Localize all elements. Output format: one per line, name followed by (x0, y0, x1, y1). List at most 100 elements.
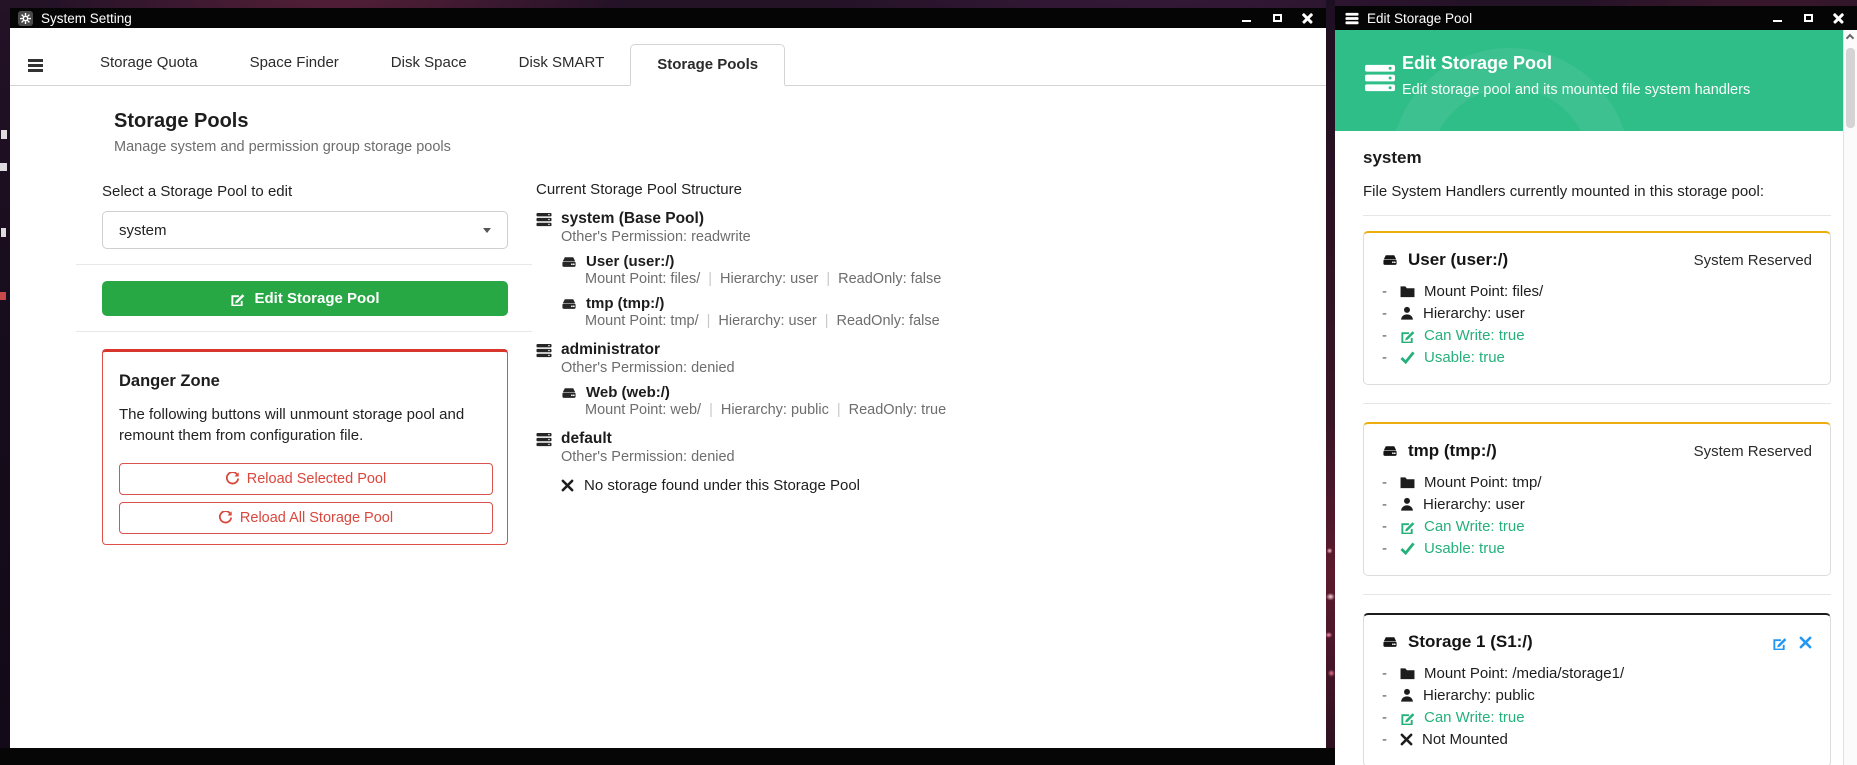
server-icon (536, 212, 552, 227)
pool-permission: Other's Permission: readwrite (561, 229, 1136, 245)
scrollbar-thumb[interactable] (1846, 48, 1855, 128)
maximize-button[interactable] (1271, 12, 1283, 24)
scroll-up-icon[interactable] (1846, 34, 1854, 42)
storage-details: Mount Point: tmp/Hierarchy: userReadOnly… (585, 313, 1136, 329)
banner-subtitle: Edit storage pool and its mounted file s… (1402, 82, 1750, 98)
handler-actions (1772, 635, 1812, 650)
handler-item-label: Hierarchy: public (1423, 687, 1535, 704)
window-title: System Setting (41, 11, 132, 26)
edit-handler-button[interactable] (1772, 635, 1787, 650)
storage-row[interactable]: User (user:/) (561, 253, 1136, 270)
handler-item-label: Not Mounted (1422, 731, 1508, 748)
cross-icon (1400, 733, 1413, 746)
folder-icon (1400, 667, 1415, 680)
handler-item-label: Mount Point: tmp/ (1424, 474, 1542, 491)
handler-item: Mount Point: tmp/ (1382, 471, 1812, 493)
danger-zone-card: Danger Zone The following buttons will u… (102, 349, 508, 545)
reload-selected-pool-button[interactable]: Reload Selected Pool (119, 463, 493, 495)
scrollbar[interactable] (1843, 30, 1857, 765)
hdd-icon (561, 255, 577, 269)
handler-item-label: Mount Point: files/ (1424, 283, 1543, 300)
edit-icon (1400, 710, 1415, 725)
tab-space-finder[interactable]: Space Finder (224, 43, 365, 85)
divider (1363, 594, 1831, 595)
storage-details: Mount Point: web/Hierarchy: publicReadOn… (585, 402, 1136, 418)
handler-card-header: User (user:/)System Reserved (1382, 250, 1812, 270)
handler-item-label: Hierarchy: user (1423, 496, 1525, 513)
handler-title: tmp (tmp:/) (1408, 441, 1497, 461)
chevron-down-icon (483, 228, 491, 233)
page-subtitle: Manage system and permission group stora… (114, 139, 451, 155)
desktop-icon-fragment (1, 228, 6, 237)
close-button[interactable] (1302, 12, 1314, 24)
handler-item-label: Usable: true (1424, 349, 1505, 366)
tab-storage-pools[interactable]: Storage Pools (630, 44, 785, 86)
desktop-icon-fragment (0, 292, 6, 300)
storage-name: Web (web:/) (586, 384, 670, 401)
divider (76, 331, 532, 332)
divider (76, 264, 532, 265)
pool-name-heading: system (1363, 148, 1831, 168)
storage-pools-page: Storage Pools Manage system and permissi… (10, 86, 1326, 748)
server-icon (1345, 12, 1359, 25)
minimize-button[interactable] (1240, 12, 1252, 24)
handler-item-label: Can Write: true (1424, 327, 1525, 344)
window-title: Edit Storage Pool (1367, 11, 1472, 26)
empty-pool-row: No storage found under this Storage Pool (561, 477, 1136, 494)
remove-handler-button[interactable] (1799, 636, 1812, 649)
tab-storage-quota[interactable]: Storage Quota (74, 43, 224, 85)
handler-item: Mount Point: files/ (1382, 280, 1812, 302)
handler-item-list: Mount Point: tmp/Hierarchy: user Can Writ… (1382, 471, 1812, 559)
handler-item: Hierarchy: public (1382, 684, 1812, 706)
hdd-icon (1382, 444, 1398, 458)
server-icon (1365, 63, 1395, 98)
hdd-icon (561, 297, 577, 311)
edit-pool-banner: Edit Storage Pool Edit storage pool and … (1335, 30, 1843, 131)
handler-item-label: Hierarchy: user (1423, 305, 1525, 322)
empty-pool-message: No storage found under this Storage Pool (584, 477, 860, 494)
pool-tree-item: system (Base Pool)Other's Permission: re… (536, 210, 1136, 329)
storage-row[interactable]: tmp (tmp:/) (561, 295, 1136, 312)
pool-row[interactable]: system (Base Pool) (536, 210, 1136, 228)
edit-storage-pool-window: Edit Storage Pool Edit Storage Pool Edit… (1335, 6, 1857, 765)
minimize-button[interactable] (1771, 12, 1783, 24)
edit-storage-pool-button[interactable]: Edit Storage Pool (102, 281, 508, 316)
user-icon (1400, 688, 1414, 702)
edit-icon (1400, 519, 1415, 534)
tab-disk-smart[interactable]: Disk SMART (493, 43, 631, 85)
storage-name: tmp (tmp:/) (586, 295, 664, 312)
gear-icon (18, 11, 33, 26)
desktop-wallpaper-gap (1326, 0, 1335, 765)
handler-item-list: Mount Point: /media/storage1/Hierarchy: … (1382, 662, 1812, 750)
pool-structure-panel: Current Storage Pool Structure system (B… (536, 181, 1136, 494)
reload-all-pool-button[interactable]: Reload All Storage Pool (119, 502, 493, 534)
storage-pool-select[interactable]: system (102, 211, 508, 249)
handler-item-label: Can Write: true (1424, 518, 1525, 535)
hdd-icon (1382, 635, 1398, 649)
handler-item: Can Write: true (1382, 324, 1812, 346)
handlers-description: File System Handlers currently mounted i… (1363, 183, 1831, 200)
storage-detail: Mount Point: tmp/ (585, 313, 699, 329)
tab-disk-space[interactable]: Disk Space (365, 43, 493, 85)
divider (1363, 215, 1831, 216)
storage-detail: ReadOnly: false (817, 313, 940, 329)
handler-item: Hierarchy: user (1382, 302, 1812, 324)
handler-card: tmp (tmp:/)System ReservedMount Point: t… (1363, 422, 1831, 576)
pool-row[interactable]: default (536, 430, 1136, 448)
structure-heading: Current Storage Pool Structure (536, 181, 1136, 198)
hamburger-menu-icon[interactable] (28, 57, 44, 75)
desktop: System Setting Storage QuotaSpace Finder… (0, 0, 1857, 765)
server-icon (536, 343, 552, 358)
close-button[interactable] (1833, 12, 1845, 24)
server-icon (536, 432, 552, 447)
handler-title: Storage 1 (S1:/) (1408, 632, 1533, 652)
storage-row[interactable]: Web (web:/) (561, 384, 1136, 401)
storage-detail: Hierarchy: user (699, 313, 817, 329)
pool-row[interactable]: administrator (536, 341, 1136, 359)
taskbar-strip (0, 748, 1335, 765)
storage-detail: Hierarchy: user (700, 271, 818, 287)
handler-item: Usable: true (1382, 537, 1812, 559)
storage-name: User (user:/) (586, 253, 674, 270)
pool-tree-item: administratorOther's Permission: deniedW… (536, 341, 1136, 418)
maximize-button[interactable] (1802, 12, 1814, 24)
